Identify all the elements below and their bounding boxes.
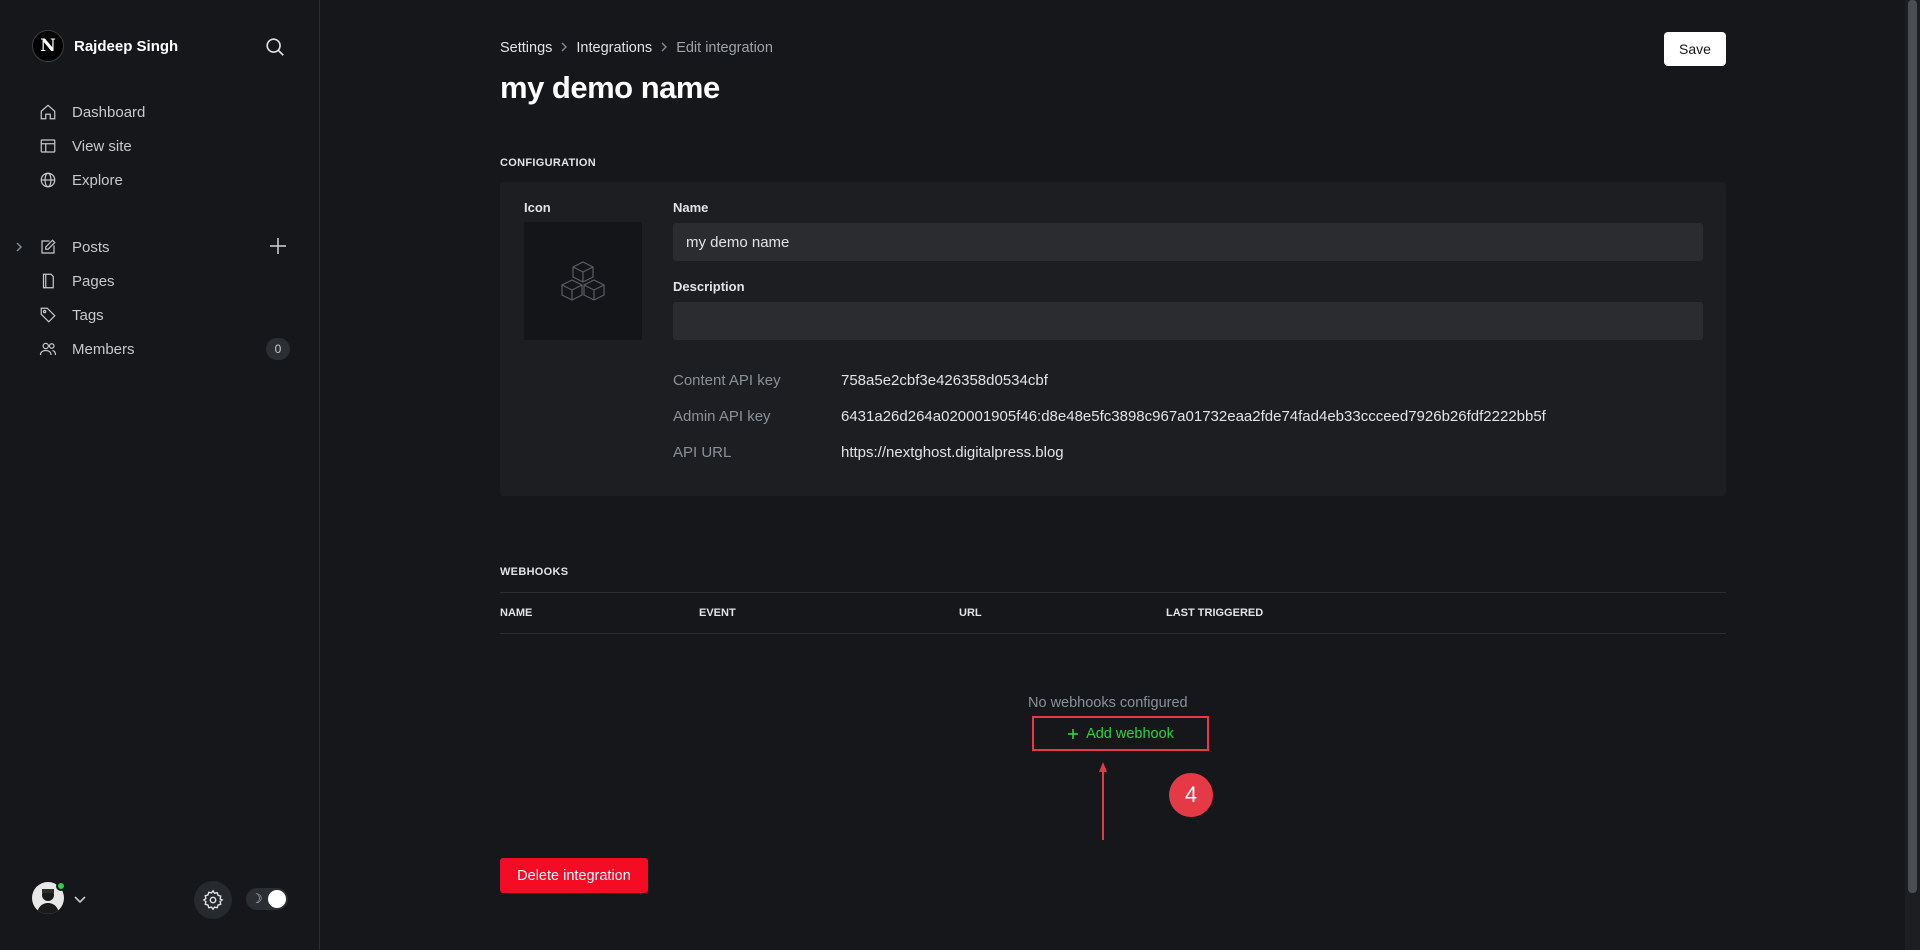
site-logo: N: [32, 30, 64, 62]
column-event: EVENT: [699, 607, 736, 619]
nav-label: Members: [72, 340, 135, 358]
nav-item-pages[interactable]: Pages: [0, 264, 320, 298]
delete-integration-button[interactable]: Delete integration: [500, 858, 648, 893]
api-url-row: API URL https://nextghost.digitalpress.b…: [673, 444, 1064, 461]
main-nav: Dashboard View site Explore: [0, 95, 320, 197]
members-count-badge: 0: [266, 338, 290, 360]
breadcrumb-settings[interactable]: Settings: [500, 40, 552, 56]
nav-item-members[interactable]: Members 0: [0, 332, 320, 366]
new-post-plus-icon[interactable]: [268, 236, 290, 258]
content-api-key-label: Content API key: [673, 372, 781, 389]
page-icon: [38, 271, 58, 291]
content-nav: Posts Pages Tags Members 0: [0, 230, 320, 366]
layout-icon: [38, 136, 58, 156]
toggle-knob: [268, 890, 286, 908]
nav-label: Tags: [72, 306, 104, 324]
add-webhook-button[interactable]: Add webhook: [1032, 716, 1209, 751]
webhooks-empty-state: No webhooks configured: [1028, 695, 1188, 711]
online-status-dot: [56, 881, 66, 891]
chevron-down-icon[interactable]: [74, 892, 86, 910]
user-name: Rajdeep Singh: [74, 37, 179, 55]
nav-item-dashboard[interactable]: Dashboard: [0, 95, 320, 129]
description-input[interactable]: [673, 302, 1703, 340]
admin-api-key-value[interactable]: 6431a26d264a020001905f46:d8e48e5fc3898c9…: [841, 408, 1546, 425]
annotation-step-badge: 4: [1169, 773, 1213, 817]
brand[interactable]: N Rajdeep Singh: [32, 30, 178, 62]
nav-label: Explore: [72, 171, 123, 189]
api-url-value[interactable]: https://nextghost.digitalpress.blog: [841, 444, 1064, 461]
content-api-key-value[interactable]: 758a5e2cbf3e426358d0534cbf: [841, 372, 1048, 389]
name-input[interactable]: [673, 223, 1703, 261]
chevron-right-icon: [660, 41, 668, 55]
admin-api-key-label: Admin API key: [673, 408, 771, 425]
sidebar-footer: ☽: [32, 881, 292, 919]
globe-icon: [38, 170, 58, 190]
nav-item-view-site[interactable]: View site: [0, 129, 320, 163]
nav-item-posts[interactable]: Posts: [0, 230, 320, 264]
plus-icon: [1068, 728, 1079, 739]
breadcrumb-integrations[interactable]: Integrations: [576, 40, 652, 56]
cubes-icon: [561, 261, 605, 301]
chevron-right-icon: [560, 41, 568, 55]
nav-item-explore[interactable]: Explore: [0, 163, 320, 197]
icon-label: Icon: [524, 200, 551, 215]
integration-icon-upload[interactable]: [524, 222, 642, 340]
api-url-label: API URL: [673, 444, 732, 461]
page-title: my demo name: [500, 70, 720, 105]
content-api-key-row: Content API key 758a5e2cbf3e426358d0534c…: [673, 372, 1048, 389]
column-url: URL: [959, 607, 982, 619]
column-last-triggered: LAST TRIGGERED: [1166, 607, 1264, 619]
add-webhook-label: Add webhook: [1086, 725, 1174, 742]
webhooks-table-header: NAME EVENT URL LAST TRIGGERED: [500, 592, 1726, 634]
tag-icon: [38, 305, 58, 325]
chevron-right-icon[interactable]: [14, 240, 24, 257]
gear-icon[interactable]: [194, 881, 232, 919]
nav-label: Dashboard: [72, 103, 146, 121]
edit-icon: [38, 237, 58, 257]
nav-label: View site: [72, 137, 132, 155]
configuration-heading: CONFIGURATION: [500, 157, 596, 169]
scrollbar-thumb[interactable]: [1908, 0, 1917, 893]
name-label: Name: [673, 200, 709, 215]
breadcrumb: Settings Integrations Edit integration: [500, 40, 773, 56]
configuration-card: Icon Name Description Content API key 75…: [500, 182, 1726, 496]
nav-item-tags[interactable]: Tags: [0, 298, 320, 332]
annotation-arrow: [1099, 762, 1107, 840]
sidebar: N Rajdeep Singh Dashboard View site Expl…: [0, 0, 320, 950]
members-icon: [38, 339, 58, 359]
scrollbar[interactable]: [1905, 0, 1920, 950]
nav-label: Pages: [72, 272, 115, 290]
webhooks-heading: WEBHOOKS: [500, 566, 569, 578]
search-icon[interactable]: [264, 36, 288, 60]
column-name: NAME: [500, 607, 533, 619]
nav-label: Posts: [72, 238, 110, 256]
save-button[interactable]: Save: [1664, 32, 1726, 66]
breadcrumb-current: Edit integration: [676, 40, 773, 56]
admin-api-key-row: Admin API key 6431a26d264a020001905f46:d…: [673, 408, 1546, 425]
moon-icon: ☽: [251, 891, 263, 906]
home-icon: [38, 102, 58, 122]
main-content: Settings Integrations Edit integration m…: [500, 0, 1726, 950]
description-label: Description: [673, 279, 745, 294]
theme-toggle[interactable]: ☽: [246, 888, 288, 910]
